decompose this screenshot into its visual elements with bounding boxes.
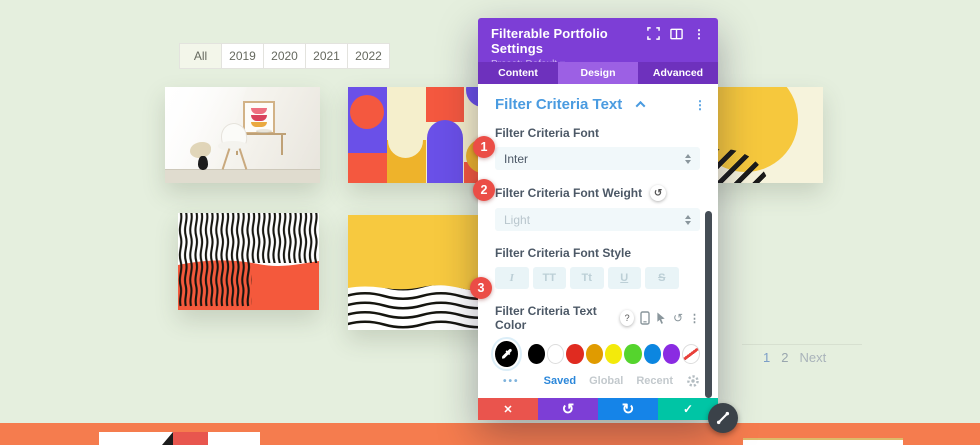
help-icon[interactable]: ? [620, 310, 634, 326]
uppercase-button[interactable]: TT [533, 267, 567, 289]
redo-button[interactable]: ↻ [598, 398, 658, 420]
tab-design[interactable]: Design [558, 62, 638, 84]
filter-tab-2019[interactable]: 2019 [221, 43, 264, 69]
annotation-badge-1: 1 [473, 136, 495, 158]
color-options-menu-icon[interactable]: ⋮ [689, 312, 700, 325]
saved-colors-tab[interactable]: Saved [544, 375, 576, 387]
filter-tab-2022[interactable]: 2022 [347, 43, 390, 69]
filterable-portfolio-settings-modal: Filterable Portfolio Settings ⋮ Preset: … [478, 18, 718, 420]
vase [198, 156, 208, 169]
pagination-divider [742, 344, 862, 345]
color-swatches [495, 341, 700, 367]
portfolio-item-wavy-lines-orange[interactable] [178, 213, 319, 310]
partial-card [208, 432, 260, 445]
partial-card [743, 438, 903, 445]
select-arrows-icon [685, 154, 691, 164]
text-color-label: Filter Criteria Text Color [495, 304, 612, 332]
swatch-green[interactable] [624, 344, 641, 364]
more-swatches-button[interactable]: ••• [503, 376, 520, 387]
current-color-swatch[interactable] [495, 341, 518, 367]
recent-colors-tab[interactable]: Recent [636, 375, 673, 387]
pagination-page-2[interactable]: 2 [781, 350, 788, 365]
select-arrows-icon [685, 215, 691, 225]
diagonal-resize-icon [710, 405, 736, 431]
modal-title: Filterable Portfolio Settings [491, 26, 647, 56]
undo-button[interactable]: ↺ [538, 398, 598, 420]
swatch-none[interactable] [681, 343, 701, 365]
swatch-white[interactable] [547, 344, 565, 364]
swatch-red[interactable] [566, 344, 583, 364]
font-value: Inter [504, 152, 685, 166]
font-select[interactable]: Inter [495, 147, 700, 170]
modal-menu-icon[interactable]: ⋮ [693, 28, 705, 40]
modal-scrollbar[interactable] [705, 211, 712, 398]
pagination: 1 2 Next [763, 350, 826, 365]
partial-black-shape [162, 432, 173, 445]
modal-tab-bar: Content Design Advanced [478, 62, 718, 84]
tab-content[interactable]: Content [478, 62, 558, 84]
portfolio-filter-bar: All 2019 2020 2021 2022 [180, 43, 390, 69]
pagination-next[interactable]: Next [799, 350, 826, 365]
partial-red-shape [173, 432, 208, 445]
swatch-orange[interactable] [586, 344, 603, 364]
hover-cursor-icon[interactable] [656, 312, 667, 325]
filter-tab-2021[interactable]: 2021 [305, 43, 348, 69]
snap-panel-icon[interactable] [670, 28, 683, 40]
section-menu-icon[interactable]: ⋮ [694, 98, 706, 112]
portfolio-item-interior-photo[interactable] [165, 87, 320, 183]
font-weight-value: Light [504, 213, 685, 227]
annotation-badge-3: 3 [470, 277, 492, 299]
section-title-filter-criteria-text[interactable]: Filter Criteria Text [495, 96, 637, 113]
color-settings-gear-icon[interactable] [686, 374, 700, 388]
font-style-label: Filter Criteria Font Style [495, 246, 700, 260]
font-label: Filter Criteria Font [495, 126, 700, 140]
next-section-strip [0, 423, 980, 445]
modal-footer: ✕ ↺ ↻ ✓ [478, 398, 718, 420]
wavy-lines-art [178, 213, 319, 310]
modal-header[interactable]: Filterable Portfolio Settings ⋮ Preset: … [478, 18, 718, 62]
collapse-section-icon[interactable] [636, 101, 646, 111]
cancel-button[interactable]: ✕ [478, 398, 538, 420]
tab-advanced[interactable]: Advanced [638, 62, 718, 84]
swatch-purple[interactable] [663, 344, 680, 364]
font-weight-select[interactable]: Light [495, 208, 700, 231]
eyedropper-icon [500, 348, 513, 361]
swatch-yellow[interactable] [605, 344, 622, 364]
global-colors-tab[interactable]: Global [589, 375, 623, 387]
modal-body: Filter Criteria Text ⋮ Filter Criteria F… [478, 84, 718, 398]
swatch-black[interactable] [528, 344, 545, 364]
underline-button[interactable]: U [608, 267, 642, 289]
reset-font-weight-icon[interactable]: ↺ [650, 185, 666, 201]
responsive-phone-icon[interactable] [640, 311, 650, 325]
italic-button[interactable]: I [495, 267, 529, 289]
filter-tab-all[interactable]: All [179, 43, 222, 69]
strikethrough-button[interactable]: S [645, 267, 679, 289]
expand-modal-icon[interactable] [647, 27, 660, 40]
swatch-blue[interactable] [644, 344, 661, 364]
modal-resize-handle[interactable] [708, 403, 738, 433]
pagination-page-1[interactable]: 1 [763, 350, 770, 365]
filter-tab-2020[interactable]: 2020 [263, 43, 306, 69]
floor [165, 169, 320, 183]
capitalize-button[interactable]: Tt [570, 267, 604, 289]
annotation-badge-2: 2 [473, 179, 495, 201]
reset-color-icon[interactable]: ↺ [673, 311, 683, 325]
font-weight-label: Filter Criteria Font Weight ↺ [495, 185, 700, 201]
